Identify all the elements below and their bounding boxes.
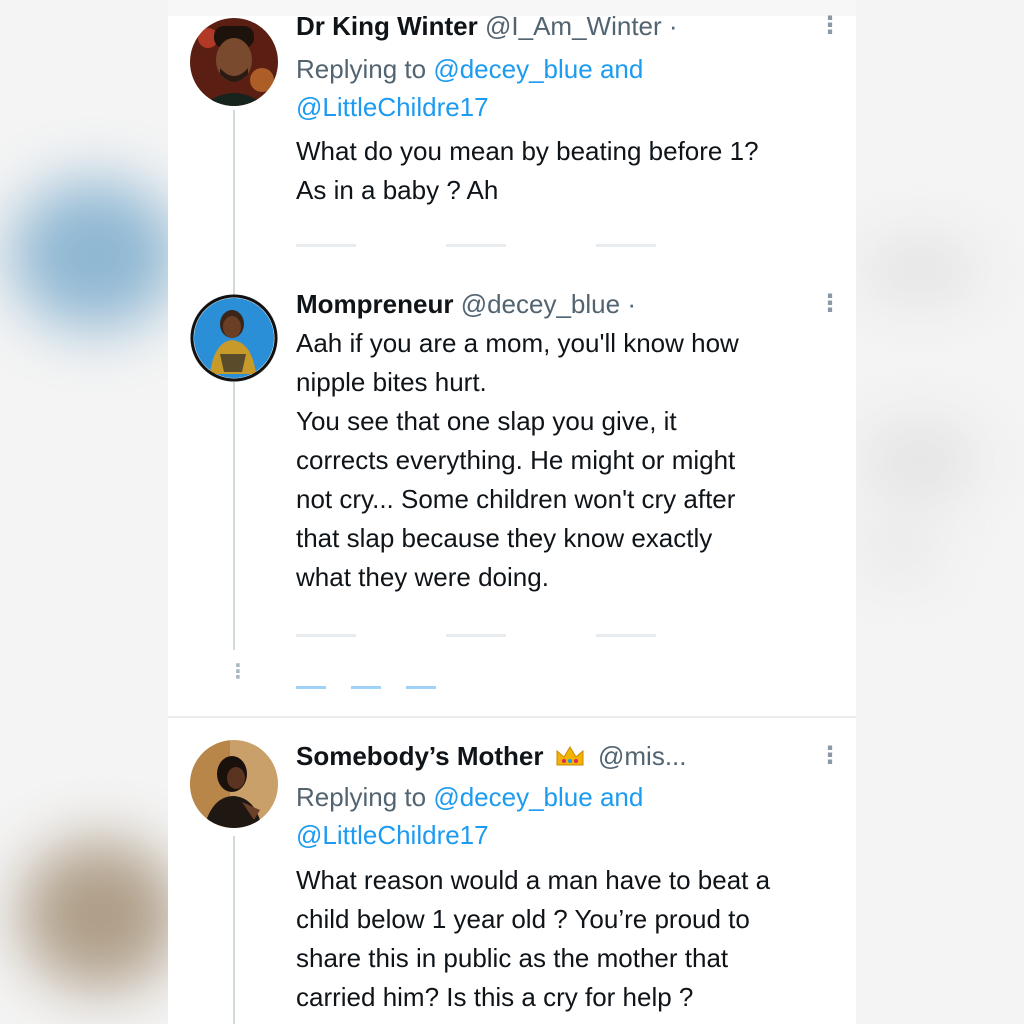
tweet-header: Mompreneur @decey_blue ·	[296, 288, 636, 320]
more-options-icon[interactable]: ⋮	[818, 744, 842, 768]
mention-link[interactable]: @LittleChildre17	[296, 820, 489, 850]
user-handle[interactable]: @I_Am_Winter	[485, 11, 662, 41]
tweet-text-line: carried him? Is this a cry for help ?	[296, 982, 694, 1012]
tweet-header: Somebody’s Mother @mis...	[296, 740, 686, 772]
reply-prefix: Replying to	[296, 54, 427, 84]
user-avatar-woman-icon	[190, 740, 278, 828]
avatar[interactable]	[190, 740, 278, 828]
tweet-text: What do you mean by beating before 1? As…	[296, 132, 841, 210]
user-handle[interactable]: @decey_blue	[461, 289, 620, 319]
replying-to-continued: @LittleChildre17	[296, 816, 489, 854]
separator-dot: ·	[668, 11, 678, 41]
display-name[interactable]: Mompreneur	[296, 289, 453, 319]
tweet-text-line: that slap because they know exactly	[296, 523, 713, 553]
reply-and[interactable]: and	[600, 782, 643, 812]
tweet-text-line: what they were doing.	[296, 562, 549, 592]
tweet-action-bar[interactable]	[296, 244, 746, 247]
user-handle[interactable]: @mis...	[598, 741, 687, 771]
avatar[interactable]	[190, 294, 278, 382]
display-name[interactable]: Dr King Winter	[296, 11, 478, 41]
tweet-action-bar[interactable]	[296, 634, 746, 637]
tweet-text-line: share this in public as the mother that	[296, 943, 729, 973]
display-name[interactable]: Somebody’s Mother	[296, 741, 544, 771]
more-options-icon[interactable]: ⋮	[818, 292, 842, 316]
tweet-text: Aah if you are a mom, you'll know how ni…	[296, 324, 841, 597]
tweet-separator	[168, 716, 856, 718]
mention-link[interactable]: @LittleChildre17	[296, 92, 489, 122]
blurred-background-left-bottom	[20, 840, 180, 990]
separator-dot: ·	[627, 289, 636, 319]
tweet-text-line: What reason would a man have to beat a	[296, 865, 771, 895]
blurred-background-right-2	[860, 420, 980, 500]
tweet-text-line: Aah if you are a mom, you'll know how	[296, 328, 739, 358]
replying-to: Replying to @decey_blue and	[296, 50, 643, 88]
blurred-background-right-3	[860, 520, 940, 580]
crown-emoji-icon	[556, 746, 584, 766]
show-more-replies-icon[interactable]: ⋮	[228, 662, 248, 682]
tweet-text-line: child below 1 year old ? You’re proud to	[296, 904, 750, 934]
replying-to: Replying to @decey_blue and	[296, 778, 643, 816]
replying-to-continued: @LittleChildre17	[296, 88, 489, 126]
tweet-text-line: corrects everything. He might or might	[296, 445, 736, 475]
more-options-icon[interactable]: ⋮	[818, 14, 842, 38]
mention-link[interactable]: @decey_blue	[433, 54, 592, 84]
tweet-text-line: As in a baby ? Ah	[296, 175, 499, 205]
mention-link[interactable]: @decey_blue	[433, 782, 592, 812]
tweet-text-line: You see that one slap you give, it	[296, 406, 677, 436]
tweet-text: What reason would a man have to beat a c…	[296, 861, 846, 1017]
user-avatar-woman-icon	[190, 294, 278, 382]
tweet-text-line: not cry... Some children won't cry after	[296, 484, 736, 514]
thread-line	[233, 836, 235, 1024]
tweet-thread-panel: Dr King Winter @I_Am_Winter · ⋮ Replying…	[168, 0, 856, 1024]
tweet-text-line: nipple bites hurt.	[296, 367, 487, 397]
reply-and[interactable]: and	[600, 54, 643, 84]
blurred-background-left-top	[10, 180, 180, 330]
tweet-header: Dr King Winter @I_Am_Winter ·	[296, 10, 678, 42]
user-avatar-man-icon	[190, 18, 278, 106]
blurred-background-right-1	[860, 240, 980, 300]
tweet-text-line: What do you mean by beating before 1?	[296, 136, 759, 166]
reply-prefix: Replying to	[296, 782, 427, 812]
show-replies-link[interactable]	[296, 686, 456, 689]
avatar[interactable]	[190, 18, 278, 106]
